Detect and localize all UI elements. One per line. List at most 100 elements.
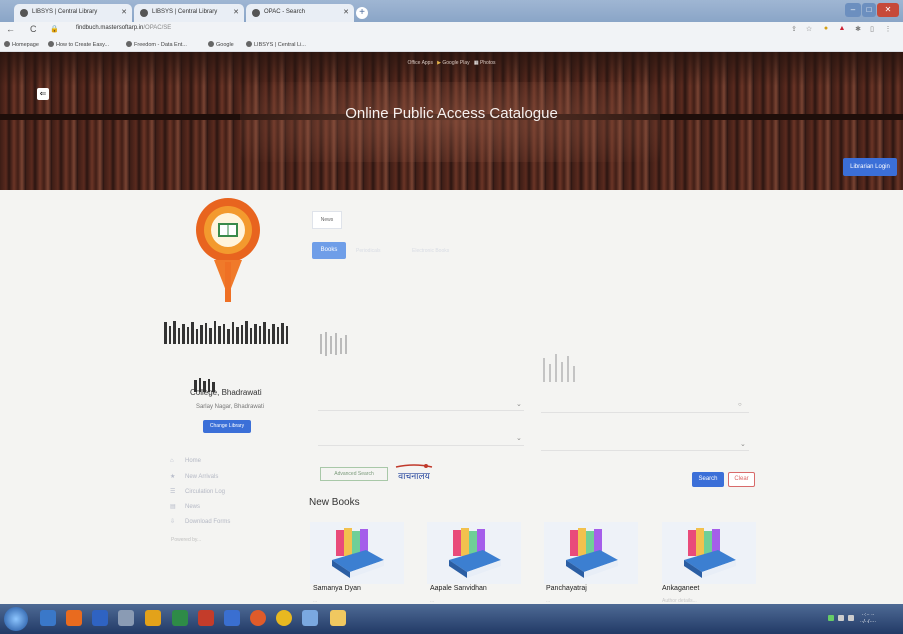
bookmark-label: Homepage (12, 42, 39, 48)
book-stack-icon (332, 528, 384, 578)
taskbar-clock[interactable]: ··:·· ·· ··/··/···· (860, 612, 876, 626)
reload-icon[interactable]: C (30, 24, 37, 34)
book-stack-icon (566, 528, 618, 578)
book-title[interactable]: Ankaganeet (662, 585, 699, 592)
chevron-down-icon[interactable]: ⌄ (740, 440, 746, 448)
tab-news[interactable]: News (312, 211, 342, 229)
close-tab-icon[interactable]: ✕ (233, 8, 239, 16)
network-icon[interactable] (848, 615, 854, 621)
firefox-icon[interactable] (250, 610, 266, 626)
address-bar: ← C 🔒 findbuch.mastersoftarp.in/OPAC/SE … (0, 22, 903, 38)
close-tab-icon[interactable]: ✕ (121, 8, 127, 16)
librarian-login-button[interactable]: Librarian Login (843, 158, 897, 176)
bookmark-icon (208, 41, 214, 47)
apps-row-item[interactable]: Photos (480, 60, 496, 66)
puzzle-icon[interactable]: ✱ (854, 25, 862, 34)
volume-icon[interactable] (838, 615, 844, 621)
tray-icon[interactable] (828, 615, 834, 621)
apps-row: Office Apps ▶ Google Play ▦ Photos (0, 60, 903, 66)
bookmark-libsys[interactable]: LIBSYS | Central Li... (246, 41, 306, 48)
search-button[interactable]: Search (692, 472, 724, 487)
book-card[interactable] (310, 522, 404, 584)
chevron-down-icon[interactable]: ⌄ (516, 434, 522, 442)
excel-icon[interactable] (172, 610, 188, 626)
book-card[interactable] (544, 522, 638, 584)
close-window-button[interactable]: ✕ (877, 3, 899, 17)
extension-icon[interactable]: ● (822, 25, 830, 34)
back-arrow-icon[interactable]: ← (6, 24, 15, 34)
app-icon[interactable] (145, 610, 161, 626)
app-icon[interactable] (92, 610, 108, 626)
pdf-icon[interactable] (198, 610, 214, 626)
bookmark-label: Freedom - Data Ent... (134, 42, 187, 48)
clear-button[interactable]: Clear (728, 472, 755, 487)
bookmark-label: How to Create Easy... (56, 42, 110, 48)
search-field-underline (541, 412, 749, 413)
apps-row-item[interactable]: Office Apps (407, 60, 432, 66)
bookmark-icon (4, 41, 10, 47)
apps-row-item[interactable]: Google Play (442, 60, 469, 66)
bookmark-freedom[interactable]: Freedom - Data Ent... (126, 41, 187, 48)
minimize-button[interactable]: – (845, 3, 861, 17)
sidebar-item-label: Circulation Log (185, 489, 226, 495)
search-icon[interactable]: ○ (738, 402, 742, 408)
list-icon: ☰ (170, 489, 176, 495)
browser-tab-2[interactable]: LIBSYS | Central Library ✕ (134, 4, 244, 22)
bookmark-google[interactable]: Google (208, 41, 234, 48)
chrome-icon[interactable] (276, 610, 292, 626)
back-button[interactable]: ⇐ (37, 88, 49, 100)
new-tab-button[interactable]: + (356, 7, 368, 19)
college-name-logotype (164, 321, 288, 344)
sidebar-item-download[interactable]: ⇩ Download Forms (170, 518, 230, 525)
vlc-icon[interactable] (66, 610, 82, 626)
bookmark-star-icon[interactable]: ☆ (805, 25, 813, 34)
favicon-icon (252, 9, 260, 17)
screen: LIBSYS | Central Library ✕ LIBSYS | Cent… (0, 0, 903, 634)
book-title[interactable]: Samanya Dyan (313, 585, 361, 592)
book-card[interactable] (427, 522, 521, 584)
change-library-button[interactable]: Change Library (203, 420, 251, 433)
app-icon[interactable] (302, 610, 318, 626)
bookmark-how-to[interactable]: How to Create Easy... (48, 41, 109, 48)
book-title[interactable]: Panchayatraj (546, 585, 587, 592)
browser-tab-1[interactable]: LIBSYS | Central Library ✕ (14, 4, 132, 22)
start-button[interactable] (4, 607, 28, 631)
settings-icon[interactable] (118, 610, 134, 626)
reader-logo: वाचनालय (395, 464, 433, 482)
book-stack-icon (684, 528, 736, 578)
book-title[interactable]: Aapale Sanvidhan (430, 585, 487, 592)
explorer-icon[interactable] (40, 610, 56, 626)
sidebar-icon[interactable]: ▯ (868, 25, 876, 34)
tab-periodicals[interactable]: Periodicals (356, 248, 380, 254)
banner-shade (0, 52, 903, 86)
extension-icon[interactable]: ▲ (838, 25, 846, 34)
download-icon: ⇩ (170, 519, 176, 525)
menu-icon[interactable]: ⋮ (884, 25, 892, 34)
book-stack-icon (449, 528, 501, 578)
book-card[interactable] (662, 522, 756, 584)
sidebar-item-label: News (185, 504, 201, 510)
sidebar-item-home[interactable]: ⌂ Home (170, 458, 201, 465)
sidebar-item-circulation[interactable]: ☰ Circulation Log (170, 488, 225, 495)
lock-icon: 🔒 (50, 26, 59, 33)
sidebar-footer: Powered by... (171, 537, 202, 543)
url-path: /OPAC/SE (143, 25, 172, 31)
search-field-sketch (543, 354, 575, 382)
url-field[interactable]: findbuch.mastersoftarp.in/OPAC/SE (76, 25, 171, 31)
sidebar-item-new-arrivals[interactable]: ★ New Arrivals (170, 473, 218, 480)
close-tab-icon[interactable]: ✕ (343, 8, 349, 16)
maximize-button[interactable]: □ (862, 3, 876, 17)
search-field-sketch (320, 332, 347, 356)
browser-tab-3[interactable]: OPAC - Search ✕ (246, 4, 354, 22)
advanced-search-button[interactable]: Advanced Search (320, 467, 388, 481)
college-address: Sarlay Nagar, Bhadrawati (195, 404, 265, 410)
tab-books[interactable]: Books (312, 242, 346, 259)
search-field-underline (318, 410, 524, 411)
folder-icon[interactable] (330, 610, 346, 626)
share-icon[interactable]: ⇪ (790, 25, 798, 34)
sidebar-item-news[interactable]: ▤ News (170, 503, 200, 510)
bookmark-homepage[interactable]: Homepage (4, 41, 39, 48)
tab-electronic-books[interactable]: Electronic Books (412, 248, 449, 254)
chevron-down-icon[interactable]: ⌄ (516, 400, 522, 408)
app-icon[interactable] (224, 610, 240, 626)
